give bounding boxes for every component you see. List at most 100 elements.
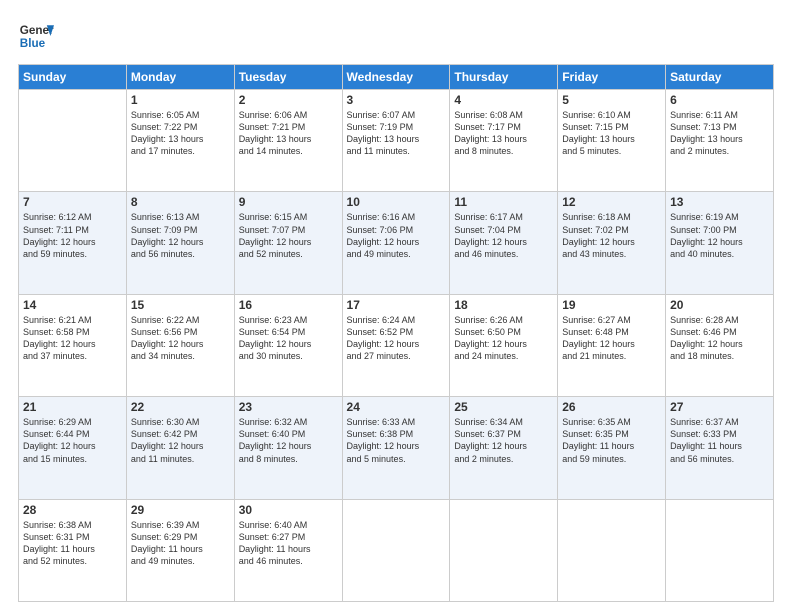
day-number: 30 bbox=[239, 503, 338, 517]
calendar-cell bbox=[450, 499, 558, 601]
day-number: 25 bbox=[454, 400, 553, 414]
day-number: 18 bbox=[454, 298, 553, 312]
calendar-week-row: 21 Sunrise: 6:29 AM Sunset: 6:44 PM Dayli… bbox=[19, 397, 774, 499]
col-header-thursday: Thursday bbox=[450, 65, 558, 90]
day-number: 28 bbox=[23, 503, 122, 517]
day-info: Sunrise: 6:27 AM Sunset: 6:48 PM Dayligh… bbox=[562, 314, 661, 363]
page-header: General Blue bbox=[18, 18, 774, 54]
day-info: Sunrise: 6:07 AM Sunset: 7:19 PM Dayligh… bbox=[347, 109, 446, 158]
day-number: 8 bbox=[131, 195, 230, 209]
calendar-cell: 9Sunrise: 6:15 AM Sunset: 7:07 PM Daylig… bbox=[234, 192, 342, 294]
day-info: Sunrise: 6:30 AM Sunset: 6:42 PM Dayligh… bbox=[131, 416, 230, 465]
col-header-saturday: Saturday bbox=[666, 65, 774, 90]
day-info: Sunrise: 6:10 AM Sunset: 7:15 PM Dayligh… bbox=[562, 109, 661, 158]
day-number: 12 bbox=[562, 195, 661, 209]
col-header-tuesday: Tuesday bbox=[234, 65, 342, 90]
day-info: Sunrise: 6:19 AM Sunset: 7:00 PM Dayligh… bbox=[670, 211, 769, 260]
calendar-week-row: 28Sunrise: 6:38 AM Sunset: 6:31 PM Dayli… bbox=[19, 499, 774, 601]
calendar-cell: 17 Sunrise: 6:24 AM Sunset: 6:52 PM Dayli… bbox=[342, 294, 450, 396]
calendar-cell: 18 Sunrise: 6:26 AM Sunset: 6:50 PM Dayli… bbox=[450, 294, 558, 396]
calendar-header-row: SundayMondayTuesdayWednesdayThursdayFrid… bbox=[19, 65, 774, 90]
calendar-cell: 6 Sunrise: 6:11 AM Sunset: 7:13 PM Daylig… bbox=[666, 90, 774, 192]
calendar-cell: 16 Sunrise: 6:23 AM Sunset: 6:54 PM Dayli… bbox=[234, 294, 342, 396]
day-info: Sunrise: 6:32 AM Sunset: 6:40 PM Dayligh… bbox=[239, 416, 338, 465]
day-info: Sunrise: 6:21 AM Sunset: 6:58 PM Dayligh… bbox=[23, 314, 122, 363]
day-number: 22 bbox=[131, 400, 230, 414]
day-info: Sunrise: 6:28 AM Sunset: 6:46 PM Dayligh… bbox=[670, 314, 769, 363]
calendar-cell: 27Sunrise: 6:37 AM Sunset: 6:33 PM Dayli… bbox=[666, 397, 774, 499]
calendar-cell: 3 Sunrise: 6:07 AM Sunset: 7:19 PM Daylig… bbox=[342, 90, 450, 192]
day-number: 3 bbox=[347, 93, 446, 107]
calendar-cell: 14 Sunrise: 6:21 AM Sunset: 6:58 PM Dayli… bbox=[19, 294, 127, 396]
calendar-cell: 8 Sunrise: 6:13 AM Sunset: 7:09 PM Daylig… bbox=[126, 192, 234, 294]
calendar-cell: 13 Sunrise: 6:19 AM Sunset: 7:00 PM Dayli… bbox=[666, 192, 774, 294]
day-number: 10 bbox=[347, 195, 446, 209]
day-info: Sunrise: 6:08 AM Sunset: 7:17 PM Dayligh… bbox=[454, 109, 553, 158]
calendar-cell: 21 Sunrise: 6:29 AM Sunset: 6:44 PM Dayli… bbox=[19, 397, 127, 499]
col-header-wednesday: Wednesday bbox=[342, 65, 450, 90]
day-info: Sunrise: 6:13 AM Sunset: 7:09 PM Dayligh… bbox=[131, 211, 230, 260]
calendar-cell: 29Sunrise: 6:39 AM Sunset: 6:29 PM Dayli… bbox=[126, 499, 234, 601]
day-number: 1 bbox=[131, 93, 230, 107]
calendar-cell: 20 Sunrise: 6:28 AM Sunset: 6:46 PM Dayli… bbox=[666, 294, 774, 396]
calendar-cell: 30 Sunrise: 6:40 AM Sunset: 6:27 PM Dayli… bbox=[234, 499, 342, 601]
day-info: Sunrise: 6:12 AM Sunset: 7:11 PM Dayligh… bbox=[23, 211, 122, 260]
logo: General Blue bbox=[18, 18, 54, 54]
day-number: 14 bbox=[23, 298, 122, 312]
day-number: 19 bbox=[562, 298, 661, 312]
day-info: Sunrise: 6:11 AM Sunset: 7:13 PM Dayligh… bbox=[670, 109, 769, 158]
day-info: Sunrise: 6:05 AM Sunset: 7:22 PM Dayligh… bbox=[131, 109, 230, 158]
day-number: 24 bbox=[347, 400, 446, 414]
day-number: 23 bbox=[239, 400, 338, 414]
day-number: 2 bbox=[239, 93, 338, 107]
calendar-cell: 22 Sunrise: 6:30 AM Sunset: 6:42 PM Dayli… bbox=[126, 397, 234, 499]
day-info: Sunrise: 6:35 AM Sunset: 6:35 PM Dayligh… bbox=[562, 416, 661, 465]
calendar-cell: 28Sunrise: 6:38 AM Sunset: 6:31 PM Dayli… bbox=[19, 499, 127, 601]
calendar-cell: 12Sunrise: 6:18 AM Sunset: 7:02 PM Dayli… bbox=[558, 192, 666, 294]
day-number: 16 bbox=[239, 298, 338, 312]
calendar-cell: 19 Sunrise: 6:27 AM Sunset: 6:48 PM Dayli… bbox=[558, 294, 666, 396]
svg-text:Blue: Blue bbox=[20, 37, 46, 50]
calendar-cell bbox=[666, 499, 774, 601]
calendar-cell bbox=[342, 499, 450, 601]
day-info: Sunrise: 6:17 AM Sunset: 7:04 PM Dayligh… bbox=[454, 211, 553, 260]
day-number: 26 bbox=[562, 400, 661, 414]
calendar-cell: 25 Sunrise: 6:34 AM Sunset: 6:37 PM Dayli… bbox=[450, 397, 558, 499]
day-number: 13 bbox=[670, 195, 769, 209]
day-number: 11 bbox=[454, 195, 553, 209]
calendar-table: SundayMondayTuesdayWednesdayThursdayFrid… bbox=[18, 64, 774, 602]
day-info: Sunrise: 6:23 AM Sunset: 6:54 PM Dayligh… bbox=[239, 314, 338, 363]
day-number: 5 bbox=[562, 93, 661, 107]
day-info: Sunrise: 6:34 AM Sunset: 6:37 PM Dayligh… bbox=[454, 416, 553, 465]
day-info: Sunrise: 6:40 AM Sunset: 6:27 PM Dayligh… bbox=[239, 519, 338, 568]
day-number: 21 bbox=[23, 400, 122, 414]
day-info: Sunrise: 6:22 AM Sunset: 6:56 PM Dayligh… bbox=[131, 314, 230, 363]
calendar-cell: 24 Sunrise: 6:33 AM Sunset: 6:38 PM Dayli… bbox=[342, 397, 450, 499]
day-number: 7 bbox=[23, 195, 122, 209]
day-number: 17 bbox=[347, 298, 446, 312]
day-info: Sunrise: 6:26 AM Sunset: 6:50 PM Dayligh… bbox=[454, 314, 553, 363]
day-number: 15 bbox=[131, 298, 230, 312]
calendar-cell bbox=[19, 90, 127, 192]
day-info: Sunrise: 6:24 AM Sunset: 6:52 PM Dayligh… bbox=[347, 314, 446, 363]
calendar-cell: 1 Sunrise: 6:05 AM Sunset: 7:22 PM Daylig… bbox=[126, 90, 234, 192]
day-number: 9 bbox=[239, 195, 338, 209]
day-number: 20 bbox=[670, 298, 769, 312]
col-header-monday: Monday bbox=[126, 65, 234, 90]
day-info: Sunrise: 6:16 AM Sunset: 7:06 PM Dayligh… bbox=[347, 211, 446, 260]
calendar-cell: 4 Sunrise: 6:08 AM Sunset: 7:17 PM Daylig… bbox=[450, 90, 558, 192]
calendar-cell: 7 Sunrise: 6:12 AM Sunset: 7:11 PM Daylig… bbox=[19, 192, 127, 294]
calendar-cell: 26 Sunrise: 6:35 AM Sunset: 6:35 PM Dayli… bbox=[558, 397, 666, 499]
day-info: Sunrise: 6:33 AM Sunset: 6:38 PM Dayligh… bbox=[347, 416, 446, 465]
logo-icon: General Blue bbox=[18, 18, 54, 54]
day-info: Sunrise: 6:29 AM Sunset: 6:44 PM Dayligh… bbox=[23, 416, 122, 465]
day-number: 4 bbox=[454, 93, 553, 107]
calendar-week-row: 7 Sunrise: 6:12 AM Sunset: 7:11 PM Daylig… bbox=[19, 192, 774, 294]
calendar-cell: 5 Sunrise: 6:10 AM Sunset: 7:15 PM Daylig… bbox=[558, 90, 666, 192]
calendar-week-row: 1 Sunrise: 6:05 AM Sunset: 7:22 PM Daylig… bbox=[19, 90, 774, 192]
calendar-cell: 23 Sunrise: 6:32 AM Sunset: 6:40 PM Dayli… bbox=[234, 397, 342, 499]
col-header-sunday: Sunday bbox=[19, 65, 127, 90]
day-info: Sunrise: 6:37 AM Sunset: 6:33 PM Dayligh… bbox=[670, 416, 769, 465]
day-number: 6 bbox=[670, 93, 769, 107]
calendar-cell: 15 Sunrise: 6:22 AM Sunset: 6:56 PM Dayli… bbox=[126, 294, 234, 396]
